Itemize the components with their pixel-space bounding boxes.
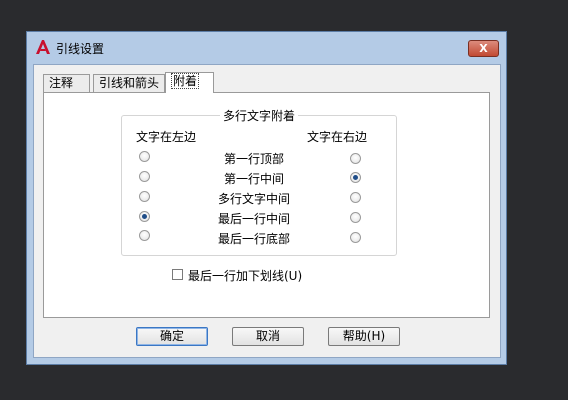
ok-button[interactable]: 确定 — [136, 327, 208, 346]
tab-label: 附着 — [171, 73, 200, 89]
radio-right-mtext-middle[interactable] — [350, 192, 361, 203]
radio-left-last-line-middle[interactable] — [139, 211, 150, 222]
row-label: 第一行中间 — [223, 172, 284, 186]
leader-settings-dialog: 引线设置 X 注释 引线和箭头 附着 多行文字附着 文字在左边 文字在右边 第一… — [26, 31, 507, 365]
help-button[interactable]: 帮助(H) — [328, 327, 400, 346]
close-button[interactable]: X — [468, 40, 499, 57]
tab-attachment[interactable]: 附着 — [165, 72, 214, 93]
radio-right-first-line-top[interactable] — [350, 153, 361, 164]
cancel-button-label: 取消 — [255, 329, 280, 343]
row-label: 最后一行底部 — [217, 232, 290, 246]
autocad-logo-icon — [36, 40, 50, 54]
window-title: 引线设置 — [56, 42, 105, 56]
cancel-button[interactable]: 取消 — [232, 327, 304, 346]
tab-leader-and-arrow[interactable]: 引线和箭头 — [93, 74, 165, 92]
group-title: 多行文字附着 — [220, 107, 299, 124]
row-label: 第一行顶部 — [223, 152, 284, 166]
attachment-panel: 多行文字附着 文字在左边 文字在右边 第一行顶部 第一行中间 多行文字中间 最后… — [43, 92, 490, 318]
close-icon: X — [479, 42, 488, 55]
row-label: 多行文字中间 — [217, 192, 290, 206]
tab-annotation[interactable]: 注释 — [43, 74, 90, 92]
row-label: 最后一行中间 — [217, 212, 290, 226]
radio-left-last-line-bottom[interactable] — [139, 230, 150, 241]
radio-right-last-line-middle[interactable] — [350, 212, 361, 223]
underline-bottom-line-checkbox[interactable] — [172, 269, 183, 280]
radio-left-first-line-top[interactable] — [139, 151, 150, 162]
ok-button-label: 确定 — [159, 329, 184, 343]
tab-label: 注释 — [49, 76, 74, 90]
tab-label: 引线和箭头 — [99, 76, 160, 90]
left-column-header: 文字在左边 — [136, 130, 197, 144]
help-button-label: 帮助(H) — [342, 329, 386, 343]
radio-right-first-line-middle[interactable] — [350, 172, 361, 183]
radio-right-last-line-bottom[interactable] — [350, 232, 361, 243]
dialog-body: 注释 引线和箭头 附着 多行文字附着 文字在左边 文字在右边 第一行顶部 第一行… — [33, 64, 501, 358]
radio-left-first-line-middle[interactable] — [139, 171, 150, 182]
title-bar[interactable]: 引线设置 X — [27, 32, 506, 62]
underline-bottom-line-label[interactable]: 最后一行加下划线(U) — [188, 267, 302, 284]
right-column-header: 文字在右边 — [307, 130, 368, 144]
radio-left-mtext-middle[interactable] — [139, 191, 150, 202]
